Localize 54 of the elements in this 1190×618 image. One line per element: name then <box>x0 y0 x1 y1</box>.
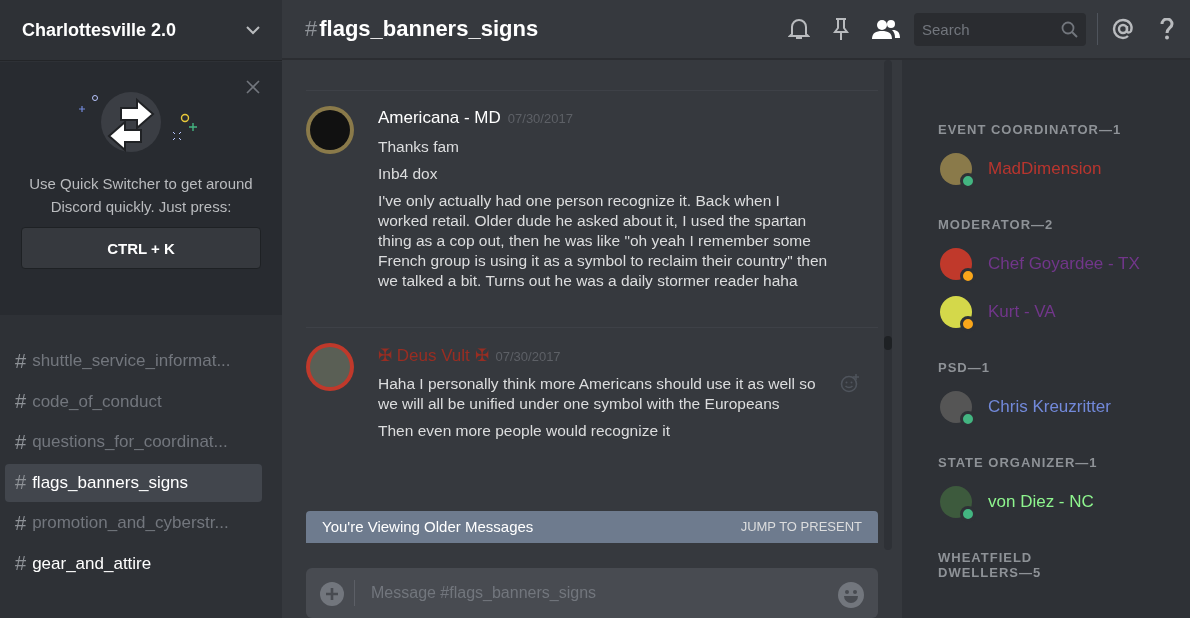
author-name[interactable]: Americana - MD <box>378 108 501 128</box>
search-box[interactable]: Search <box>914 12 1086 46</box>
emoji-icon[interactable] <box>838 582 864 608</box>
member-name: Kurt - VA <box>988 302 1056 322</box>
message-text: Inb4 dox <box>378 164 439 184</box>
channel-name: questions_for_coordinat... <box>32 432 228 453</box>
role-heading: STATE ORGANIZER—1 <box>938 455 1099 470</box>
avatar[interactable] <box>306 343 354 391</box>
bell-icon[interactable] <box>788 17 810 41</box>
member-name: MadDimension <box>988 159 1102 179</box>
member-name: Chef Goyardee - TX <box>988 254 1140 274</box>
members-icon[interactable] <box>872 19 900 39</box>
at-sign-icon[interactable] <box>1112 18 1134 40</box>
search-icon[interactable] <box>1061 20 1078 38</box>
scroll-thumb[interactable] <box>884 336 892 350</box>
hash-icon: # <box>15 552 27 576</box>
avatar[interactable] <box>306 106 354 154</box>
plus-icon[interactable] <box>320 582 344 606</box>
channel-title: #flags_banners_signs <box>305 16 539 42</box>
avatar <box>940 391 972 423</box>
hash-icon: # <box>15 349 27 373</box>
avatar <box>940 248 972 280</box>
search-field[interactable]: Search <box>922 20 1042 38</box>
chevron-down-icon[interactable] <box>246 25 260 35</box>
channel-name: flags_banners_signs <box>32 472 189 493</box>
avatar <box>940 153 972 185</box>
banner-text: You're Viewing Older Messages <box>322 518 534 536</box>
close-icon[interactable] <box>246 80 260 94</box>
avatar <box>940 296 972 328</box>
member-name: von Diez - NC <box>988 492 1094 512</box>
channel-name: shuttle_service_informat... <box>32 351 231 371</box>
hash-icon: # <box>15 390 27 414</box>
message-text: Haha I personally think more Americans should use it as well so we will all be unified under one symbol with the Europeans <box>378 374 817 414</box>
member-name: Chris Kreuzritter <box>988 397 1111 417</box>
shortcut-button[interactable]: CTRL + K <box>21 227 261 269</box>
hash-icon: # <box>15 511 27 535</box>
channel-name: code_of_conduct <box>32 391 162 412</box>
scrollbar[interactable] <box>884 60 892 550</box>
message-text: Then even more people would recognize it <box>378 421 672 441</box>
role-heading: MODERATOR—2 <box>938 217 1055 232</box>
message-text: Thanks fam <box>378 137 460 157</box>
pin-icon[interactable] <box>832 17 850 41</box>
role-heading: EVENT COORDINATOR—1 <box>938 122 1123 137</box>
channel-name: gear_and_attire <box>32 553 152 574</box>
avatar <box>940 486 972 518</box>
help-icon[interactable] <box>1160 18 1174 40</box>
role-heading: WHEATFIELD DWELLERS—5 <box>938 550 1043 580</box>
role-heading: PSD—1 <box>938 360 991 375</box>
quick-switcher-hint: Use Quick Switcher to get around Discord quickly. Just press: <box>28 174 254 217</box>
message-text: I've only actually had one person recognize it. Back when I worked retail. Older dude he asked about it, I used the spartan thing as a cop out, then he was like "oh yeah I remember some French group is using it as a symbol to reclaim their country" then we talked a bit. Turns out he was a daily stormer reader haha <box>378 191 829 291</box>
hash-icon: # <box>15 471 27 495</box>
hash-icon: # <box>15 430 27 454</box>
channel-name: promotion_and_cyberstr... <box>32 513 229 534</box>
server-name: Charlottesville 2.0 <box>22 19 177 41</box>
